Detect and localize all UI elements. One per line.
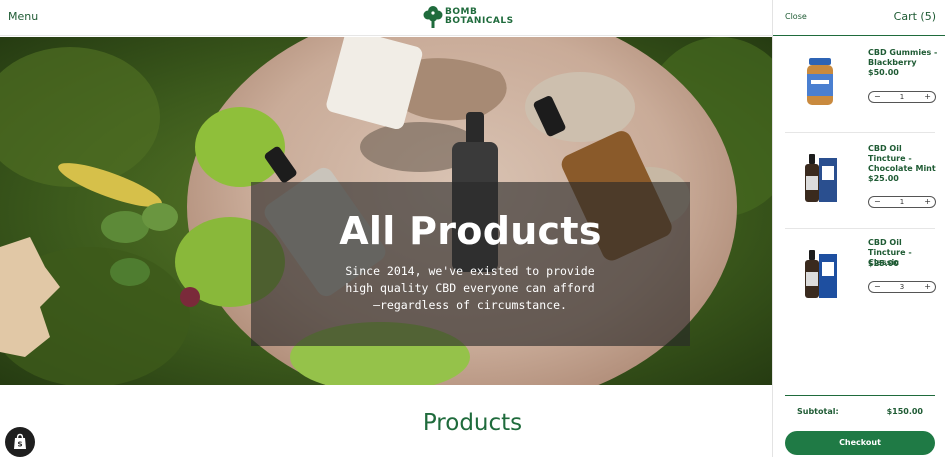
hero-banner: All Products Since 2014, we've existed t… [0, 37, 772, 385]
hero-subtitle: Since 2014, we've existed to provide hig… [300, 263, 640, 314]
logo-line-2: BOTANICALS [445, 16, 514, 26]
hero-title: All Products [339, 209, 602, 253]
brand-logo[interactable]: BOMB BOTANICALS [423, 4, 514, 30]
cart-item-price: $25.00 [868, 174, 899, 183]
hero-subtitle-line-2: high quality CBD everyone can afford [345, 281, 595, 295]
cart-footer-divider [785, 395, 935, 396]
increase-quantity-button[interactable]: + [924, 92, 931, 102]
hero-subtitle-line-1: Since 2014, we've existed to provide [345, 264, 595, 278]
cart-item-name[interactable]: CBD Gummies - Blackberry [868, 48, 940, 68]
checkout-button[interactable]: Checkout [785, 431, 935, 455]
cart-header: Close Cart (5) [773, 0, 945, 36]
increase-quantity-button[interactable]: + [924, 282, 931, 292]
quantity-stepper: − 3 + [868, 281, 936, 293]
svg-text:S: S [17, 441, 22, 449]
quantity-stepper: − 1 + [868, 91, 936, 103]
tree-logo-icon [423, 6, 443, 28]
cart-title: Cart (5) [893, 10, 936, 23]
gummies-jar-icon[interactable] [803, 56, 837, 108]
cart-item-price: $50.00 [868, 68, 899, 77]
logo-wordmark: BOMB BOTANICALS [445, 8, 514, 26]
subtotal-label: Subtotal: [797, 407, 839, 416]
quantity-stepper: − 1 + [868, 196, 936, 208]
cart-close-button[interactable]: Close [785, 12, 807, 21]
shopping-bag-icon: S [14, 433, 26, 449]
cart-item: CBD Oil Tincture - Classic $25.00 − 3 + [773, 228, 945, 328]
cart-item: CBD Gummies - Blackberry $50.00 − 1 + [773, 36, 945, 136]
site-header: Menu BOMB BOTANICALS [0, 0, 772, 36]
cart-item-name[interactable]: CBD Oil Tincture - Chocolate Mint [868, 144, 940, 174]
tincture-bottle-icon[interactable] [803, 248, 837, 300]
increase-quantity-button[interactable]: + [924, 197, 931, 207]
subtotal-value: $150.00 [886, 407, 923, 416]
cart-item: CBD Oil Tincture - Chocolate Mint $25.00… [773, 132, 945, 232]
cart-item-price: $25.00 [868, 259, 899, 268]
cart-drawer: Close Cart (5) CBD Gummies - Blackberry … [772, 0, 945, 457]
hero-subtitle-line-3: —regardless of circumstance. [373, 298, 567, 312]
tincture-bottle-icon[interactable] [803, 152, 837, 204]
menu-button[interactable]: Menu [8, 10, 38, 23]
shopify-chat-button[interactable]: S [5, 427, 35, 457]
